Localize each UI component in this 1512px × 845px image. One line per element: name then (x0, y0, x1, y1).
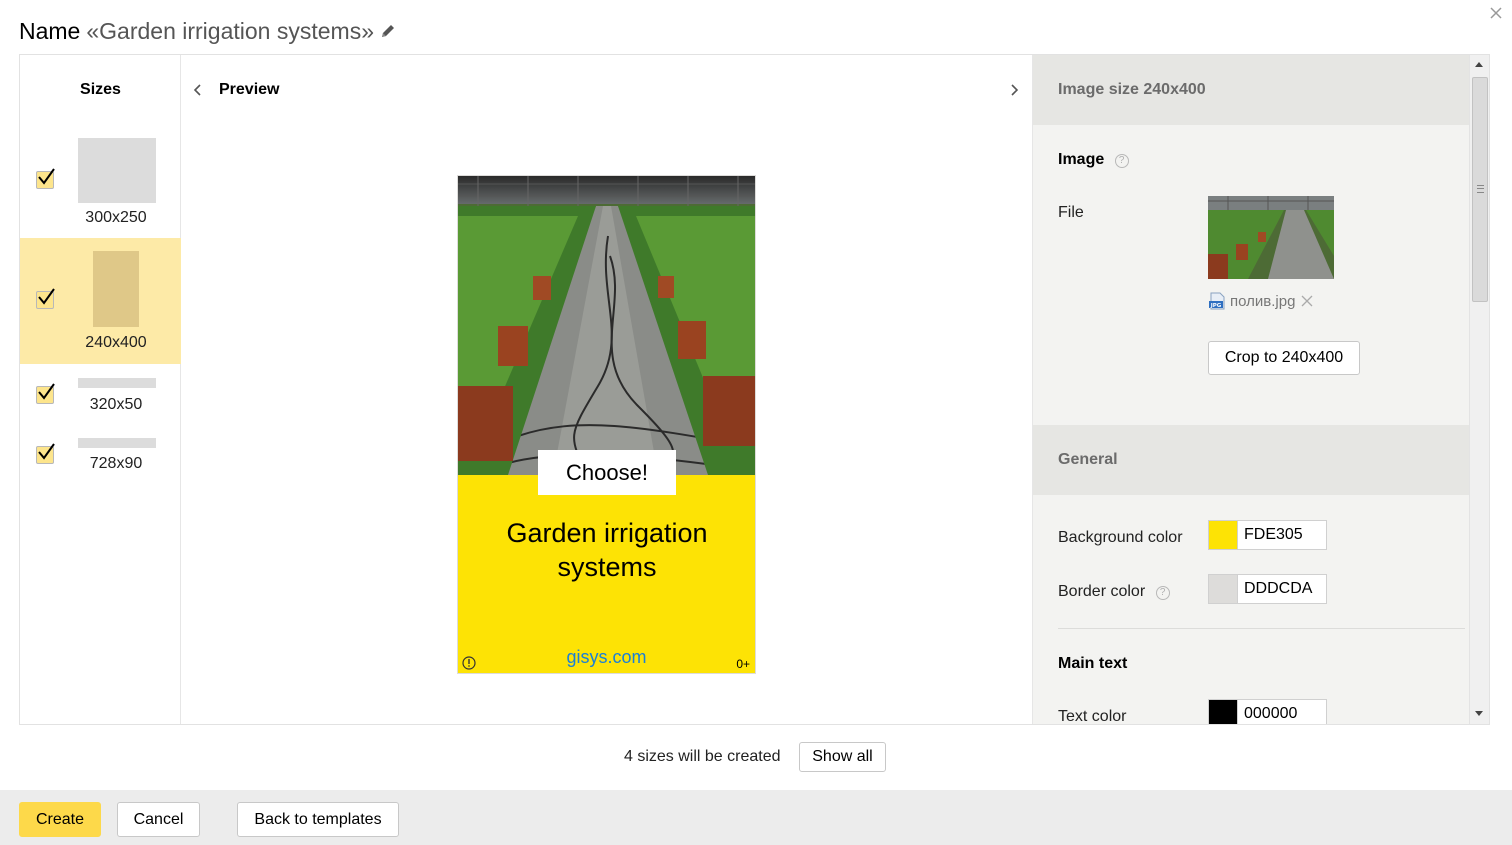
border-color-value[interactable]: DDDCDA (1238, 575, 1312, 603)
size-item-728x90[interactable]: 728x90 (20, 424, 181, 484)
file-label: File (1058, 204, 1084, 221)
cancel-button[interactable]: Cancel (117, 802, 200, 837)
text-color-label: Text color (1058, 708, 1127, 724)
ad-main-text: Garden irrigation systems (506, 518, 708, 582)
main-text-title: Main text (1058, 655, 1128, 672)
size-thumbnail (78, 138, 156, 203)
scrollbar-thumb[interactable] (1472, 77, 1488, 302)
warning-icon (462, 656, 476, 670)
size-label: 300x250 (85, 209, 147, 226)
show-all-button[interactable]: Show all (799, 742, 886, 772)
size-item-300x250[interactable]: 300x250 (20, 117, 181, 238)
ad-photo (458, 176, 755, 475)
checkmark-icon (38, 168, 55, 185)
file-row: JPG полив.jpg (1208, 291, 1313, 311)
scroll-up-icon[interactable] (1475, 62, 1483, 67)
size-checkbox[interactable] (36, 383, 55, 404)
image-size-title: Image size 240x400 (1058, 81, 1206, 98)
svg-text:JPG: JPG (1210, 303, 1222, 309)
size-checkbox[interactable] (36, 168, 55, 189)
ad-domain: gisys.com (566, 647, 647, 667)
checkmark-icon (38, 288, 55, 305)
background-color-field[interactable]: FDE305 (1208, 520, 1327, 550)
text-color-swatch[interactable] (1209, 700, 1238, 724)
close-icon[interactable] (1489, 6, 1503, 20)
general-header: General (1033, 425, 1469, 495)
size-label: 320x50 (89, 396, 143, 413)
crop-button[interactable]: Crop to 240x400 (1208, 341, 1360, 375)
greenhouse-image (458, 176, 755, 475)
checkmark-icon (38, 383, 55, 400)
settings-panel: Image size 240x400 Image ? File JPG поли… (1032, 55, 1469, 724)
text-color-value[interactable]: 000000 (1238, 700, 1297, 724)
greenhouse-thumbnail-image (1208, 196, 1334, 279)
image-size-header: Image size 240x400 (1033, 55, 1469, 125)
back-to-templates-button[interactable]: Back to templates (237, 802, 399, 837)
name-label: Name (19, 17, 81, 44)
border-color-field[interactable]: DDDCDA (1208, 574, 1327, 604)
create-button[interactable]: Create (19, 802, 101, 837)
size-label: 728x90 (89, 455, 143, 472)
file-name: полив.jpg (1230, 292, 1296, 310)
border-color-swatch[interactable] (1209, 575, 1238, 603)
sizes-panel: Sizes 300x250 240x400 320x50 728x90 (20, 55, 181, 724)
size-thumbnail (78, 378, 156, 388)
section-divider (1058, 628, 1465, 629)
image-label-row: Image ? (1058, 151, 1129, 169)
jpg-file-icon: JPG (1209, 292, 1225, 310)
size-item-320x50[interactable]: 320x50 (20, 364, 181, 424)
pencil-icon[interactable] (380, 23, 396, 39)
border-color-label: Border color (1058, 583, 1146, 600)
size-label: 240x400 (85, 334, 147, 351)
file-thumbnail (1208, 196, 1334, 279)
checkmark-icon (38, 443, 55, 460)
settings-scrollbar[interactable] (1469, 55, 1489, 724)
scroll-down-icon[interactable] (1475, 711, 1483, 716)
border-color-label-row: Border color ? (1058, 583, 1170, 601)
size-checkbox[interactable] (36, 443, 55, 464)
ad-cta-button: Choose! (538, 450, 676, 495)
sizes-summary: 4 sizes will be created (624, 748, 781, 765)
remove-file-icon[interactable] (1301, 295, 1313, 307)
sizes-title: Sizes (80, 81, 121, 98)
background-color-value[interactable]: FDE305 (1238, 521, 1303, 549)
name-title: Name «Garden irrigation systems» (19, 16, 396, 46)
text-color-field[interactable]: 000000 (1208, 699, 1327, 724)
size-item-240x400[interactable]: 240x400 (20, 238, 181, 364)
size-thumbnail (78, 438, 156, 448)
chevron-left-icon[interactable] (191, 81, 205, 99)
editor-frame: Sizes 300x250 240x400 320x50 728x90 Prev… (19, 54, 1490, 725)
background-color-label: Background color (1058, 529, 1183, 546)
background-color-swatch[interactable] (1209, 521, 1238, 549)
size-checkbox[interactable] (36, 288, 55, 309)
general-title: General (1058, 451, 1118, 468)
ad-preview: Choose! Garden irrigation systems gisys.… (457, 175, 756, 674)
footer-bar (0, 790, 1512, 845)
ad-age-label: 0+ (736, 657, 750, 671)
scrollbar-grip-icon (1477, 185, 1484, 193)
preview-panel: Preview Choose! Garden irrigation system… (181, 55, 1032, 724)
size-thumbnail (93, 251, 139, 327)
name-value: «Garden irrigation systems» (86, 17, 374, 44)
help-icon[interactable]: ? (1155, 586, 1170, 600)
chevron-right-icon[interactable] (1007, 81, 1021, 99)
preview-title: Preview (219, 81, 280, 98)
image-label: Image (1058, 151, 1105, 168)
help-icon[interactable]: ? (1114, 154, 1129, 168)
